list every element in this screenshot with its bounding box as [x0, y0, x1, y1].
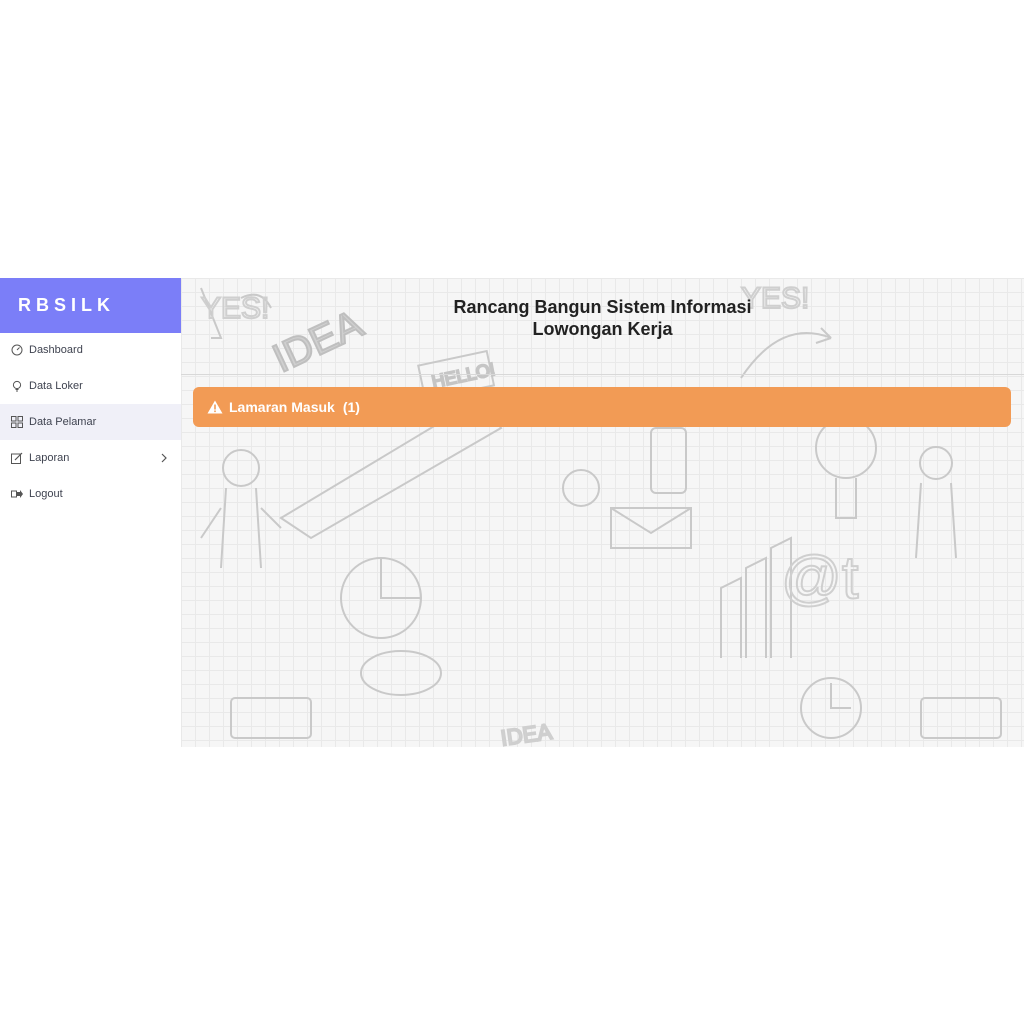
sidebar-item-label: Data Loker: [29, 380, 83, 392]
sidebar-nav: Dashboard Data Loker Data Pelamar Lapora…: [0, 332, 181, 512]
alert-label: Lamaran Masuk: [229, 399, 335, 415]
logout-icon: [10, 487, 24, 501]
warning-icon: [207, 400, 223, 414]
alert-count: (1): [342, 399, 360, 415]
sidebar-item-label: Dashboard: [29, 344, 83, 356]
brand-logo[interactable]: RBSILK: [0, 278, 181, 333]
sidebar-item-laporan[interactable]: Laporan: [0, 440, 181, 476]
sidebar-item-logout[interactable]: Logout: [0, 476, 181, 512]
brand-name: RBSILK: [18, 295, 115, 315]
sidebar-item-data-pelamar[interactable]: Data Pelamar: [0, 404, 181, 440]
page-header: Rancang Bangun Sistem Informasi Lowongan…: [181, 278, 1024, 375]
sidebar-item-label: Data Pelamar: [29, 416, 97, 428]
sidebar-item-dashboard[interactable]: Dashboard: [0, 332, 181, 368]
gauge-icon: [10, 343, 24, 357]
lightbulb-icon: [10, 379, 24, 393]
lamaran-masuk-alert[interactable]: Lamaran Masuk (1): [193, 387, 1011, 427]
sidebar: RBSILK Dashboard Data Loker Data Pelamar: [0, 278, 181, 747]
page-title-line2: Lowongan Kerja: [532, 319, 673, 339]
grid-icon: [10, 415, 24, 429]
sidebar-item-label: Laporan: [29, 452, 70, 464]
sidebar-item-label: Logout: [29, 488, 63, 500]
svg-text:@t: @t: [781, 544, 859, 611]
page-title-line1: Rancang Bangun Sistem Informasi: [453, 297, 752, 317]
sidebar-item-data-loker[interactable]: Data Loker: [0, 368, 181, 404]
chevron-right-icon: [159, 453, 169, 463]
svg-text:IDEA: IDEA: [499, 719, 554, 747]
app-window: RBSILK Dashboard Data Loker Data Pelamar: [0, 278, 1024, 747]
edit-icon: [10, 451, 24, 465]
main-content: IDEA HELLO! @t IDEA YES! YES! Rancang Ba…: [181, 278, 1024, 747]
